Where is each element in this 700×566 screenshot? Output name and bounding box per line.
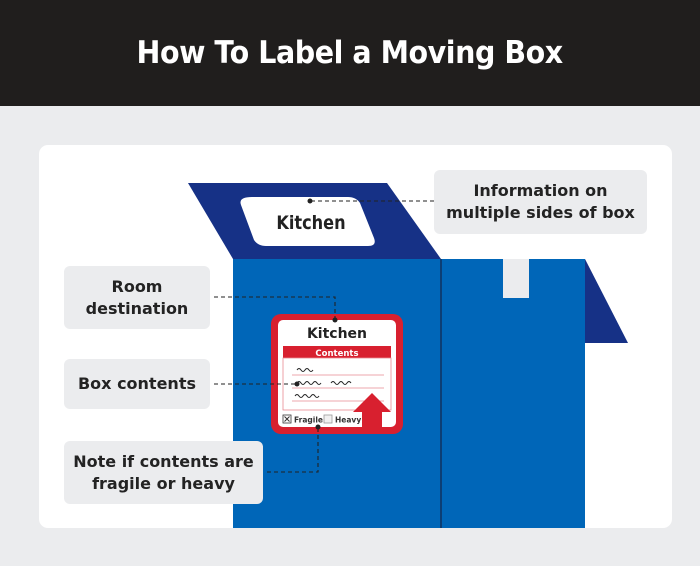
callout-multiple-sides-line2: multiple sides of box (446, 203, 635, 222)
front-label-room: Kitchen (307, 326, 367, 342)
box-side-flap (585, 259, 628, 343)
callout-fragile-line2: fragile or heavy (92, 473, 235, 493)
leader-dot-fragile (315, 424, 321, 430)
callout-room-line2: destination (85, 298, 189, 318)
callout-room-line1: Room (111, 276, 163, 296)
top-flap-label-text: Kitchen (276, 213, 345, 235)
fragile-label: Fragile (294, 416, 323, 425)
callout-room-destination: Room destination (64, 266, 210, 329)
packing-tape (503, 259, 529, 298)
callout-multiple-sides-line1: Information on (473, 181, 608, 200)
heavy-checkbox (323, 414, 333, 424)
leader-dot-room (332, 317, 338, 323)
callout-multiple-sides: Information on multiple sides of box (434, 170, 647, 234)
callout-box-contents: Box contents (64, 359, 210, 409)
leader-dot-multiple-sides (307, 198, 313, 204)
leader-dot-contents (294, 381, 300, 387)
heavy-label: Heavy (335, 416, 361, 425)
callout-fragile-line1: Note if contents are (73, 451, 254, 471)
callout-box-contents-text: Box contents (77, 374, 196, 393)
contents-header-text: Contents (315, 349, 358, 359)
box-side-face (441, 259, 585, 528)
callout-fragile-heavy: Note if contents are fragile or heavy (64, 441, 263, 504)
